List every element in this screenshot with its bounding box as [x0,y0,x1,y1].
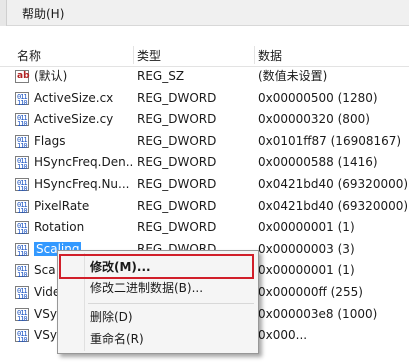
table-row[interactable]: 011 110 ActiveSize.cx REG_DWORD 0x00000500 (… [0,88,409,110]
value-name-text: Sca [34,263,56,278]
value-data: 0x00000500 (1280) [258,90,378,105]
value-data: 0x00000001 (1) [258,220,355,235]
value-name-text: VSy [34,306,57,321]
menu-bar: 帮助(H) [0,0,409,26]
value-name-text: ActiveSize.cx [34,90,114,105]
value-name-text: HSyncFreq.Den... [34,155,134,170]
value-name-text: PixelRate [34,198,90,213]
binary-value-icon: 011 110 [15,221,29,236]
menu-divider [88,303,254,304]
value-type: REG_DWORD [137,133,217,148]
value-name: ActiveSize.cx [34,88,134,110]
value-name: HSyncFreq.Den... [34,152,134,174]
value-data: 0x0421bd40 (69320000) [258,176,409,191]
binary-value-icon: 011 110 [15,285,29,300]
binary-value-icon: 011 110 [15,264,29,279]
column-header-type[interactable]: 类型 [137,47,161,64]
value-name-text: HSyncFreq.Nu... [34,176,130,191]
table-row[interactable]: 011 110 HSyncFreq.Nu... REG_DWORD 0x0421bd40… [0,174,409,196]
menu-item-rename[interactable]: 重命名(R) [90,328,144,350]
table-row[interactable]: 011 110 PixelRate REG_DWORD 0x0421bd40 (6932… [0,196,409,218]
value-data: 0x00000588 (1416) [258,155,378,170]
table-row[interactable]: 011 110 ActiveSize.cy REG_DWORD 0x00000320 (… [0,109,409,131]
binary-value-icon: 011 110 [15,329,29,344]
table-row[interactable]: 011 110 HSyncFreq.Den... REG_DWORD 0x0000058… [0,152,409,174]
value-data: 0x000003e8 (1000) [258,306,378,321]
binary-value-icon: 011 110 [15,134,29,149]
column-divider[interactable] [254,46,255,64]
menu-help[interactable]: 帮助(H) [22,5,64,22]
binary-value-icon: 011 110 [15,307,29,322]
value-name: HSyncFreq.Nu... [34,174,134,196]
value-name-text: Flags [34,133,66,148]
value-name-text: ActiveSize.cy [34,112,114,127]
value-name: PixelRate [34,196,134,218]
column-divider[interactable] [133,46,134,64]
value-name: (默认) [34,66,134,88]
binary-value-icon: 011 110 [15,177,29,192]
value-data: 0x0101ff87 (16908167) [258,133,402,148]
value-name: Flags [34,131,134,153]
menu-item-modify[interactable]: 修改(M)... [90,256,151,278]
binary-value-icon: 011 110 [15,113,29,128]
value-type: REG_DWORD [137,176,217,191]
value-type: REG_DWORD [137,220,217,235]
table-row[interactable]: 011 110 Rotation REG_DWORD 0x00000001 (1) [0,217,409,239]
value-type: REG_SZ [137,69,185,83]
context-menu: 修改(M)... 修改二进制数据(B)... 删除(D) 重命名(R) [57,250,259,354]
value-type: REG_DWORD [137,198,217,213]
binary-value-icon: 011 110 [15,156,29,171]
value-data: 0x000... [258,328,308,343]
value-data: 0x00000003 (3) [258,241,355,256]
value-name: ActiveSize.cy [34,109,134,131]
value-data: 0x00000320 (800) [258,112,370,127]
column-header-data[interactable]: 数据 [258,47,282,64]
value-type: REG_DWORD [137,155,217,170]
value-data: 0x0421bd40 (69320000) [258,198,409,213]
menu-item-modify-binary[interactable]: 修改二进制数据(B)... [90,277,203,299]
highlight-box [59,254,254,279]
value-name-text: (默认) [34,69,68,83]
table-row[interactable]: ab (默认) REG_SZ (数值未设置) [0,66,409,88]
value-name: Rotation [34,217,134,239]
value-name-text: Rotation [34,220,85,235]
menu-item-delete[interactable]: 删除(D) [90,306,133,328]
value-data: 0x00000001 (1) [258,263,355,278]
value-type: REG_DWORD [137,112,217,127]
column-header-name[interactable]: 名称 [17,47,41,64]
value-type: REG_DWORD [137,90,217,105]
list-header: 名称 类型 数据 [0,44,409,67]
value-data: (数值未设置) [258,69,328,83]
menu-bar-stub [0,0,7,26]
string-value-icon: ab [15,70,30,83]
binary-value-icon: 011 110 [15,199,29,214]
value-data: 0x000000ff (255) [258,284,363,299]
value-name-text: VSy [34,328,57,343]
table-row[interactable]: 011 110 Flags REG_DWORD 0x0101ff87 (16908167… [0,131,409,153]
binary-value-icon: 011 110 [15,242,29,257]
binary-value-icon: 011 110 [15,91,29,106]
